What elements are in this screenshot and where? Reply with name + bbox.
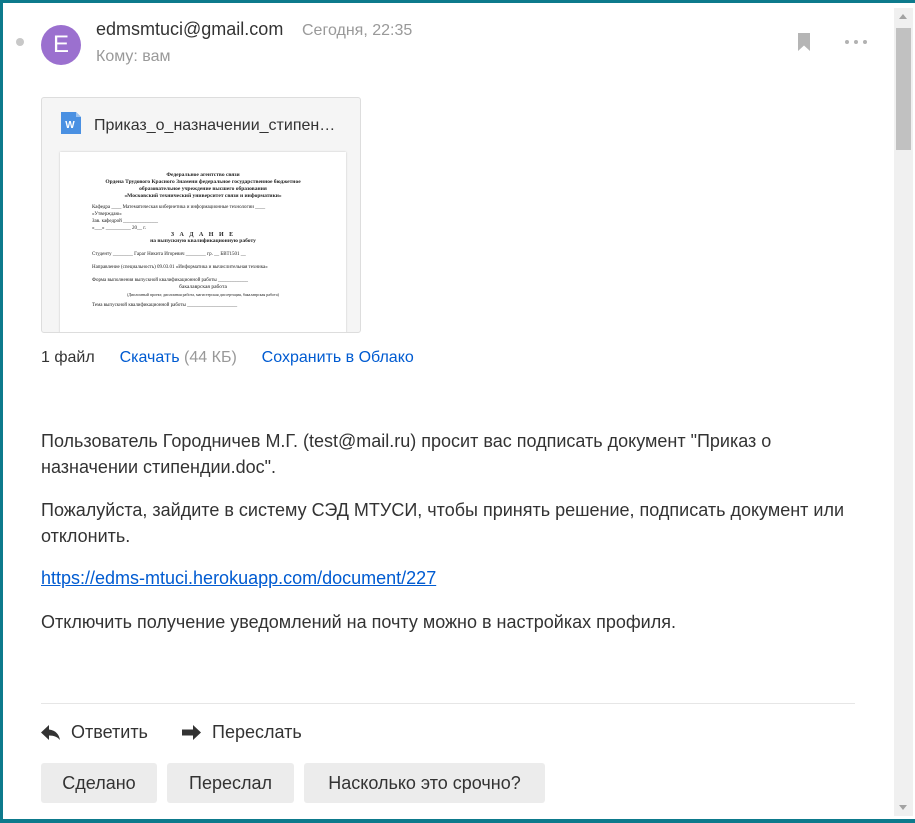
preview-line: Тема выпускной квалификационной работы _… (92, 303, 238, 308)
body-paragraph-request: Пользователь Городничев М.Г. (test@mail.… (41, 431, 772, 477)
recipient-line: Кому: вам (96, 48, 171, 65)
reply-label: Ответить (71, 722, 148, 742)
forward-label: Переслать (212, 722, 302, 742)
window-frame-left (0, 0, 3, 823)
word-doc-icon: W (61, 112, 81, 134)
attachment-meta: 1 файл Скачать (44 КБ) Сохранить в Облак… (41, 349, 414, 367)
preview-line: Кафедра ____ Математическая кибернетика … (92, 205, 266, 210)
forward-button[interactable]: Переслать (182, 722, 302, 743)
more-options-icon[interactable] (845, 34, 867, 50)
quick-reply-chip[interactable]: Сделано (41, 763, 157, 803)
preview-subtitle: на выпускную квалификационную работу (150, 238, 256, 244)
preview-line: Направление (специальность) 09.03.01 «Ин… (92, 265, 268, 270)
preview-line: «Утверждаю» (92, 212, 122, 217)
preview-line: Зав. кафедрой ______________ (92, 219, 159, 224)
download-size: (44 КБ) (184, 349, 237, 366)
scrollbar[interactable] (894, 8, 913, 816)
reply-button[interactable]: Ответить (41, 722, 148, 743)
preview-line: Студенту ________ Гараг Никита Игоревич … (92, 252, 246, 257)
preview-header-line: Федеральное агентство связи (166, 172, 240, 178)
body-paragraph-unsubscribe: Отключить получение уведомлений на почту… (41, 612, 676, 632)
preview-header-line: образовательное учреждение высшего образ… (139, 186, 267, 192)
message-date: Сегодня, 22:35 (302, 22, 413, 39)
preview-header-line: «Московский технический университет связ… (124, 193, 282, 199)
read-status-dot[interactable] (16, 38, 24, 46)
window-frame-top (0, 0, 915, 3)
quick-reply-chip[interactable]: Переслал (167, 763, 294, 803)
scroll-down-arrow-icon[interactable] (899, 805, 907, 810)
scrollbar-thumb[interactable] (896, 28, 911, 150)
reply-arrow-icon (41, 725, 60, 740)
bookmark-icon[interactable] (796, 33, 812, 51)
document-link[interactable]: https://edms-mtuci.herokuapp.com/documen… (41, 568, 436, 588)
quick-reply-chip[interactable]: Насколько это срочно? (304, 763, 545, 803)
preview-line: Форма выполнения выпускной квалификацион… (92, 278, 249, 283)
download-link[interactable]: Скачать (120, 349, 180, 366)
body-paragraph-instructions: Пожалуйста, зайдите в систему СЭД МТУСИ,… (41, 500, 845, 546)
attachment-count: 1 файл (41, 349, 95, 366)
save-to-cloud-link[interactable]: Сохранить в Облако (262, 349, 414, 366)
sender-avatar[interactable]: E (41, 25, 81, 65)
attachment-file-name[interactable]: Приказ_о_назначении_стипен… (94, 117, 346, 135)
document-preview[interactable]: Федеральное агентство связи Ордена Трудо… (60, 152, 346, 332)
scroll-up-arrow-icon[interactable] (899, 14, 907, 19)
forward-arrow-icon (182, 725, 201, 740)
attachment-card[interactable]: W Приказ_о_назначении_стипен… Федерально… (41, 97, 361, 333)
divider (41, 703, 855, 704)
svg-text:W: W (65, 120, 75, 131)
sender-address[interactable]: edmsmtuci@gmail.com (96, 19, 283, 40)
window-frame-bottom (0, 819, 915, 823)
preview-line: (Дипломный проект, дипломная работа, маг… (127, 292, 279, 297)
preview-header-line: Ордена Трудового Красного Знамени федера… (105, 179, 301, 185)
preview-line: бакалаврская работа (179, 284, 227, 290)
preview-line: «___» __________ 20__ г. (92, 226, 146, 231)
